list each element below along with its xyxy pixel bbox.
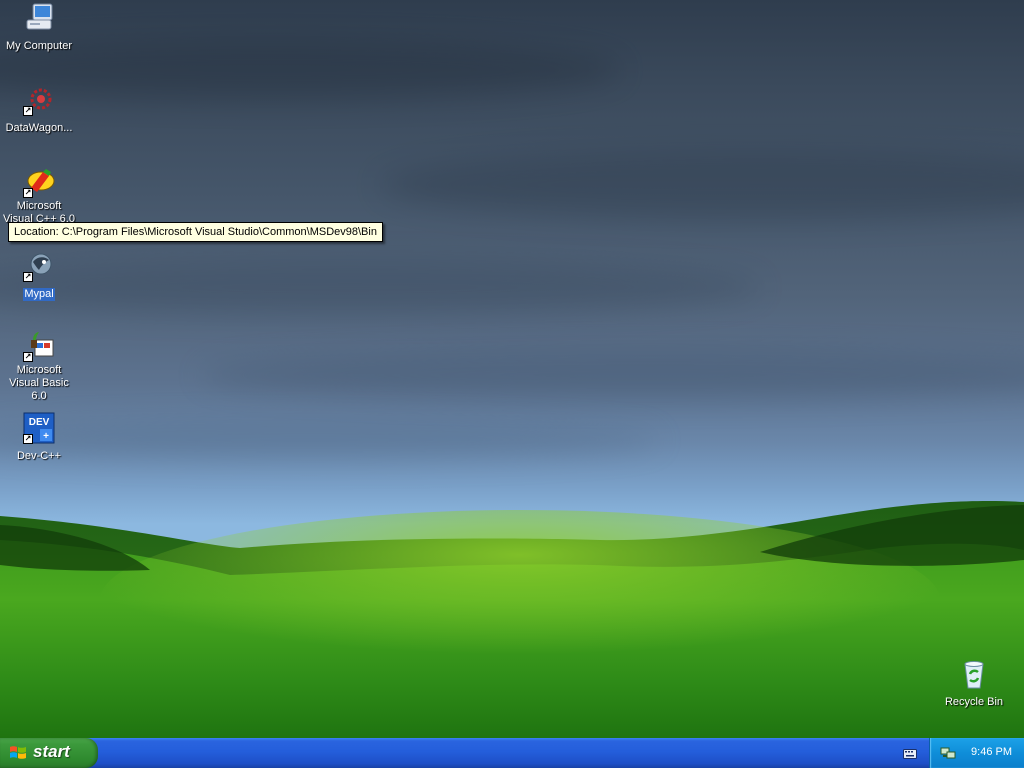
recycle-bin-icon: [958, 658, 990, 690]
desktop-icon-label: DataWagon...: [5, 122, 73, 134]
shortcut-arrow-icon: ↗: [23, 434, 33, 444]
start-button[interactable]: start: [0, 738, 98, 768]
desktop-icon-label: Microsoft Visual Basic 6.0: [9, 364, 69, 402]
desktop[interactable]: My Computer ↗ DataWagon... ↗ Microsoft V…: [0, 0, 1024, 738]
shortcut-arrow-icon: ↗: [23, 188, 33, 198]
svg-text:DEV: DEV: [29, 417, 50, 428]
visual-cpp-icon: ↗: [23, 166, 55, 198]
icon-tooltip: Location: C:\Program Files\Microsoft Vis…: [8, 222, 383, 242]
desktop-icon-dev-cpp[interactable]: DEV + ↗ Dev-C++: [0, 412, 78, 464]
desktop-icon-visual-cpp[interactable]: ↗ Microsoft Visual C++ 6.0: [0, 166, 78, 227]
mypal-icon: ↗: [23, 250, 55, 282]
desktop-icon-recycle-bin[interactable]: Recycle Bin: [935, 658, 1013, 710]
desktop-icon-datawagon[interactable]: ↗ DataWagon...: [0, 84, 78, 136]
desktop-icon-mypal[interactable]: ↗ Mypal: [0, 250, 78, 302]
system-tray: 9:46 PM: [929, 738, 1024, 768]
windows-logo-icon: [9, 745, 27, 761]
keyboard-icon[interactable]: [903, 747, 917, 759]
shortcut-arrow-icon: ↗: [23, 352, 33, 362]
taskbar-clock[interactable]: 9:46 PM: [971, 746, 1012, 758]
datawagon-icon: ↗: [23, 84, 55, 116]
computer-icon: [23, 2, 55, 34]
start-label: start: [33, 742, 70, 761]
dev-cpp-icon: DEV + ↗: [23, 412, 55, 444]
shortcut-arrow-icon: ↗: [23, 272, 33, 282]
desktop-icon-label: Mypal: [23, 288, 55, 301]
desktop-icon-my-computer[interactable]: My Computer: [0, 2, 78, 54]
desktop-icon-label: Dev-C++: [16, 450, 62, 462]
wallpaper-hills: [0, 500, 1024, 738]
svg-text:+: +: [43, 431, 49, 442]
shortcut-arrow-icon: ↗: [23, 106, 33, 116]
taskbar[interactable]: start 9:46 PM: [0, 738, 1024, 768]
network-icon[interactable]: [940, 745, 956, 761]
desktop-icon-label: My Computer: [5, 40, 73, 52]
desktop-icon-label: Recycle Bin: [944, 696, 1004, 708]
desktop-icon-visual-basic[interactable]: ↗ Microsoft Visual Basic 6.0: [0, 330, 78, 404]
visual-basic-icon: ↗: [23, 330, 55, 362]
